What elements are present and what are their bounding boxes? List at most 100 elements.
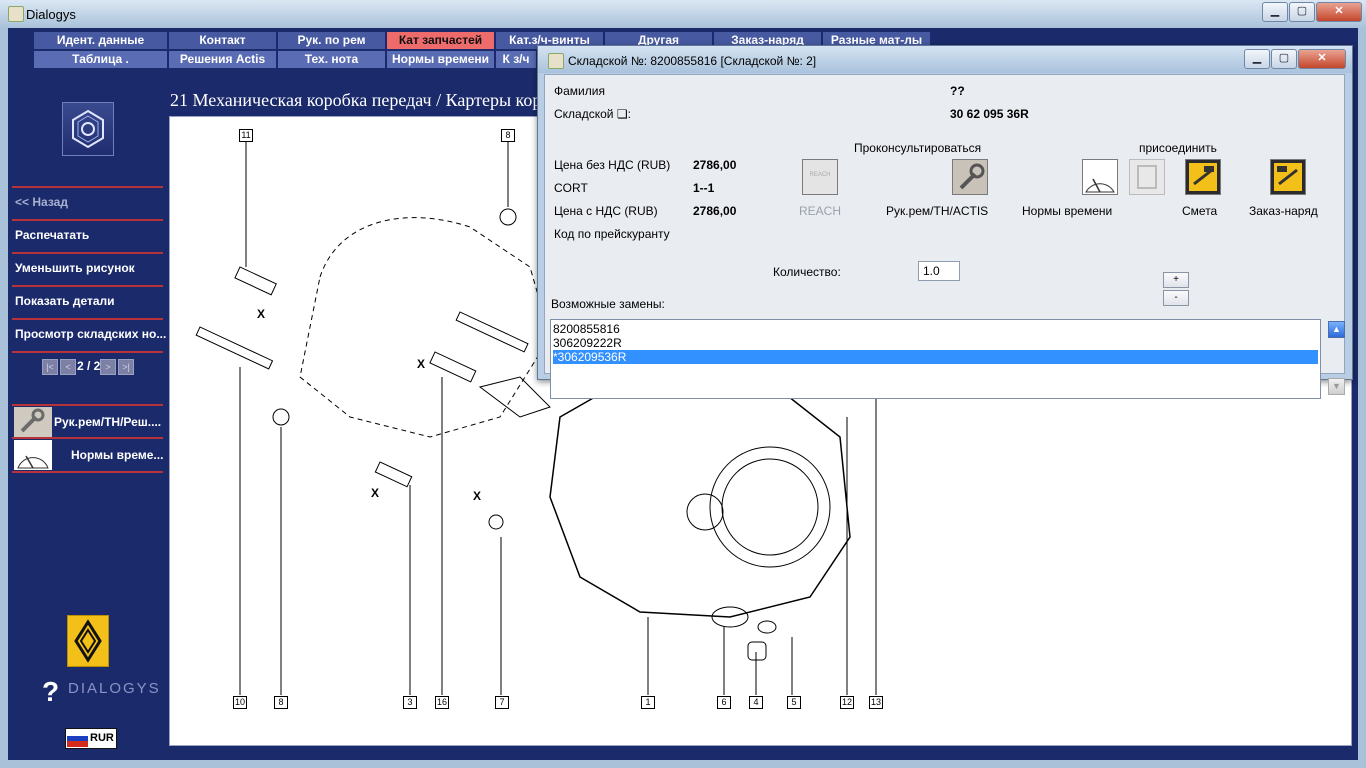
- callout-3[interactable]: 3: [403, 696, 417, 709]
- disabled-attach-icon: [1129, 159, 1165, 195]
- tab-time-norms[interactable]: Нормы времени: [387, 51, 494, 68]
- repair-manual-label[interactable]: Рук.рем/ТН/ACTIS: [886, 204, 988, 218]
- callout-4[interactable]: 4: [749, 696, 763, 709]
- price-incl-vat-value: 2786,00: [693, 204, 737, 218]
- increase-quantity-button[interactable]: +: [1163, 272, 1189, 288]
- consult-header: Проконсультироваться: [854, 141, 982, 155]
- stock-number-value: 30 62 095 36R: [950, 107, 1029, 121]
- next-page-button[interactable]: >: [100, 359, 116, 375]
- tab-table[interactable]: Таблица .: [34, 51, 167, 68]
- work-order-icon[interactable]: [1270, 159, 1306, 195]
- nut-icon: [72, 109, 104, 149]
- main-titlebar: Dialogys ▁ ▢ ✕: [0, 0, 1366, 29]
- substitutes-list[interactable]: 8200855816 306209222R *306209536R: [550, 319, 1321, 399]
- window-title: Dialogys: [26, 7, 76, 22]
- dimension-x-mark: X: [417, 357, 426, 371]
- java-app-icon: [8, 6, 24, 22]
- separator: [12, 219, 163, 221]
- reduce-image-link[interactable]: Уменьшить рисунок: [15, 261, 135, 275]
- callout-5[interactable]: 5: [787, 696, 801, 709]
- last-page-button[interactable]: >|: [118, 359, 134, 375]
- dialog-body: Фамилия ?? Складской ❏: 30 62 095 36R Пр…: [544, 74, 1345, 399]
- callout-10[interactable]: 10: [233, 696, 247, 709]
- first-page-button[interactable]: |<: [42, 359, 58, 375]
- dimension-x-mark: X: [257, 307, 266, 321]
- dimension-x-mark: X: [371, 486, 380, 500]
- shortcut-time-norms[interactable]: Нормы време...: [71, 448, 163, 462]
- tab-repair-manual[interactable]: Рук. по рем: [278, 32, 385, 49]
- callout-8[interactable]: 8: [274, 696, 288, 709]
- reach-icon-text: REACH: [809, 172, 831, 178]
- back-link[interactable]: << Назад: [15, 195, 68, 209]
- quantity-label: Количество:: [773, 265, 841, 279]
- catalog-logo: [62, 102, 114, 156]
- quantity-input[interactable]: [918, 261, 960, 281]
- renault-logo: [67, 615, 109, 667]
- price-excl-vat-label: Цена без НДС (RUB): [554, 158, 671, 172]
- reach-label[interactable]: REACH: [799, 204, 841, 218]
- java-app-icon: [548, 53, 564, 69]
- scroll-down-button[interactable]: ▼: [1328, 378, 1345, 395]
- separator: [12, 186, 163, 188]
- dialog-title: Складской №: 8200855816 [Складской №: 2]: [568, 54, 817, 68]
- tab-parts-catalog[interactable]: Кат запчастей: [387, 32, 494, 49]
- separator: [12, 285, 163, 287]
- callout-1[interactable]: 1: [641, 696, 655, 709]
- list-item[interactable]: 306209222R: [553, 336, 1318, 350]
- tab-parts-partial[interactable]: К з/ч: [496, 51, 536, 68]
- dialog-maximize-button[interactable]: ▢: [1271, 49, 1297, 69]
- dialog-close-button[interactable]: ✕: [1298, 49, 1346, 69]
- callout-16[interactable]: 16: [435, 696, 449, 709]
- tab-contact[interactable]: Контакт: [169, 32, 276, 49]
- time-norms-label[interactable]: Нормы времени: [1022, 204, 1112, 218]
- callout-8-top[interactable]: 8: [501, 129, 515, 142]
- callout-6[interactable]: 6: [717, 696, 731, 709]
- reach-icon[interactable]: REACH: [802, 159, 838, 195]
- currency-button[interactable]: RUR: [65, 728, 117, 749]
- work-order-label[interactable]: Заказ-наряд: [1249, 204, 1318, 218]
- callout-11[interactable]: 11: [239, 129, 253, 142]
- tab-ident-data[interactable]: Идент. данные: [34, 32, 167, 49]
- russia-flag-icon: [67, 730, 88, 747]
- dialog-minimize-button[interactable]: ▁: [1244, 49, 1270, 69]
- print-link[interactable]: Распечатать: [15, 228, 89, 242]
- currency-label: RUR: [90, 732, 114, 744]
- list-item-selected[interactable]: *306209536R: [553, 350, 1318, 364]
- close-button[interactable]: ✕: [1316, 2, 1362, 22]
- price-excl-vat-value: 2786,00: [693, 158, 737, 172]
- cort-value: 1--1: [693, 181, 715, 195]
- separator: [12, 471, 163, 473]
- dialog-titlebar[interactable]: Складской №: 8200855816 [Складской №: 2]…: [538, 46, 1352, 73]
- scroll-up-button[interactable]: ▲: [1328, 321, 1345, 338]
- dialogys-logo: DIALOGYS: [68, 680, 161, 697]
- minimize-button[interactable]: ▁: [1262, 2, 1288, 22]
- window-frame-right: [1358, 28, 1366, 768]
- surname-label: Фамилия: [554, 84, 605, 98]
- time-norms-icon[interactable]: [1082, 159, 1118, 195]
- tab-actis-solutions[interactable]: Решения Actis: [169, 51, 276, 68]
- price-incl-vat-label: Цена с НДС (RUB): [554, 204, 658, 218]
- tab-tech-note[interactable]: Тех. нота: [278, 51, 385, 68]
- cort-label: CORT: [554, 181, 588, 195]
- window-frame-left: [0, 28, 8, 768]
- callout-12[interactable]: 12: [840, 696, 854, 709]
- separator: [12, 351, 163, 353]
- repair-manual-icon[interactable]: [952, 159, 988, 195]
- wrench-icon: [14, 407, 52, 437]
- stock-number-label: Складской ❏:: [554, 107, 631, 121]
- estimate-icon[interactable]: [1185, 159, 1221, 195]
- view-stock-numbers-link[interactable]: Просмотр складских но...: [15, 327, 166, 341]
- list-item[interactable]: 8200855816: [553, 322, 1318, 336]
- help-icon[interactable]: ?: [42, 676, 59, 708]
- callout-13[interactable]: 13: [869, 696, 883, 709]
- estimate-label[interactable]: Смета: [1182, 204, 1217, 218]
- callout-7[interactable]: 7: [495, 696, 509, 709]
- separator: [12, 318, 163, 320]
- prev-page-button[interactable]: <: [60, 359, 76, 375]
- shortcut-repair-manual[interactable]: Рук.рем/ТН/Реш....: [54, 415, 161, 429]
- pricelist-code-label: Код по прейскуранту: [554, 227, 670, 241]
- decrease-quantity-button[interactable]: -: [1163, 290, 1189, 306]
- show-details-link[interactable]: Показать детали: [15, 294, 115, 308]
- separator: [12, 252, 163, 254]
- maximize-button[interactable]: ▢: [1289, 2, 1315, 22]
